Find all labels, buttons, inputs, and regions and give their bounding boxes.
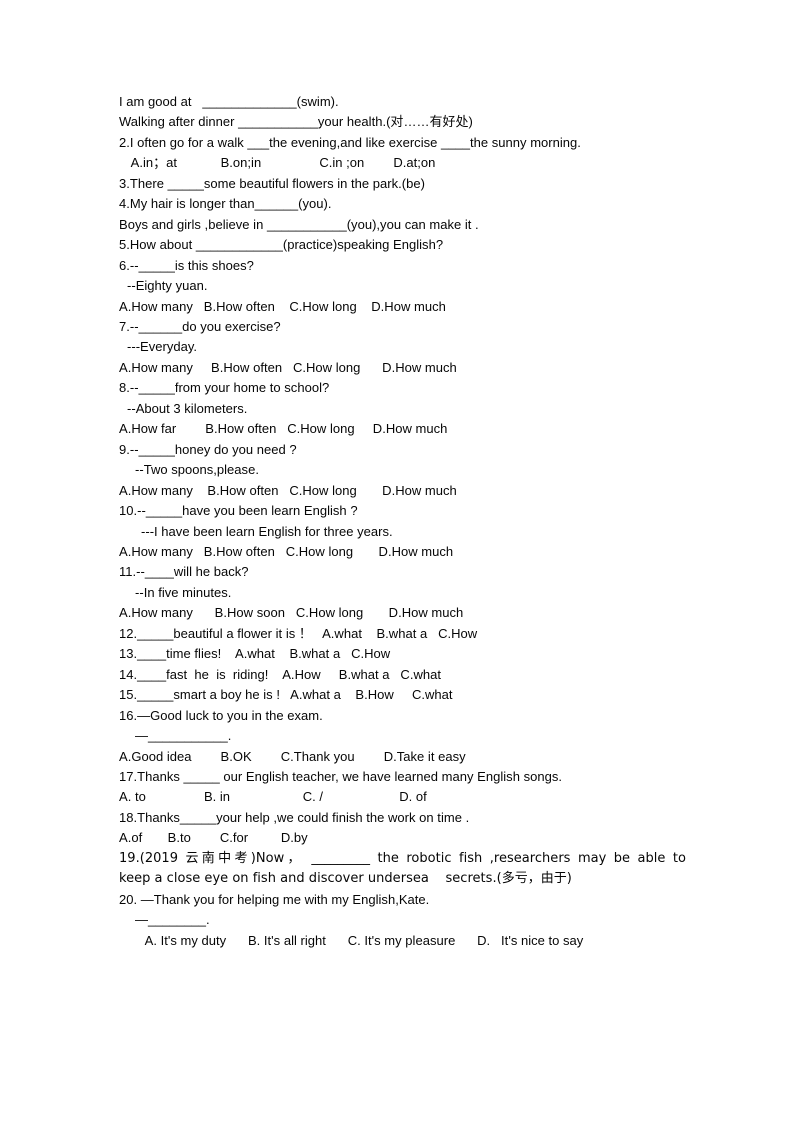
worksheet-line: ---Everyday.	[127, 339, 198, 355]
worksheet-line: 7.--______do you exercise?	[119, 318, 281, 334]
worksheet-line: A.How far B.How often C.How long D.How m…	[119, 421, 448, 437]
worksheet-line: --Eighty yuan.	[127, 278, 208, 294]
worksheet-line-q19a: 19.(2019 云南中考)Now， _________ the robotic…	[119, 850, 686, 866]
worksheet-line: 14.____fast he is riding! A.How B.what a…	[119, 666, 442, 682]
worksheet-line: A. to B. in C. / D. of	[119, 789, 427, 805]
worksheet-line: 4.My hair is longer than______(you).	[119, 196, 332, 212]
worksheet-line: A.Good idea B.OK C.Thank you D.Take it e…	[119, 748, 466, 764]
worksheet-body: I am good at _____________(swim). Walkin…	[119, 92, 686, 951]
worksheet-line: 17.Thanks _____ our English teacher, we …	[119, 768, 562, 784]
worksheet-line: 2.I often go for a walk ___the evening,a…	[119, 134, 581, 150]
worksheet-line-q19b: keep a close eye on fish and discover un…	[119, 871, 572, 887]
worksheet-line: 5.How about ____________(practice)speaki…	[119, 237, 444, 253]
worksheet-line: --Two spoons,please.	[135, 462, 259, 478]
worksheet-line: --About 3 kilometers.	[127, 400, 248, 416]
worksheet-line: --In five minutes.	[135, 584, 232, 600]
worksheet-line: A.How many B.How often C.How long D.How …	[119, 543, 454, 559]
worksheet-line: I am good at _____________(swim).	[119, 94, 339, 109]
worksheet-line: A.How many B.How often C.How long D.How …	[119, 298, 446, 314]
worksheet-line: 15._____smart a boy he is ! A.what a B.H…	[119, 687, 453, 703]
worksheet-line: 18.Thanks_____your help ,we could finish…	[119, 809, 470, 825]
worksheet-line: 16.—Good luck to you in the exam.	[119, 707, 323, 723]
worksheet-line: Boys and girls ,believe in ___________(y…	[119, 216, 479, 232]
worksheet-line: Walking after dinner ___________your hea…	[119, 114, 473, 130]
worksheet-line: 3.There _____some beautiful flowers in t…	[119, 175, 425, 191]
worksheet-line: A.of B.to C.for D.by	[119, 830, 308, 846]
worksheet-line: —___________.	[135, 728, 232, 744]
worksheet-line: A. It's my duty B. It's all right C. It'…	[141, 932, 584, 948]
worksheet-line: A.in；at B.on;in C.in ;on D.at;on	[127, 155, 436, 171]
worksheet-line: 6.--_____is this shoes?	[119, 257, 254, 273]
worksheet-line: 10.--_____have you been learn English ?	[119, 503, 358, 519]
worksheet-line: —________.	[135, 912, 210, 928]
worksheet-line: A.How many B.How often C.How long D.How …	[119, 482, 457, 498]
worksheet-line: ---I have been learn English for three y…	[141, 523, 393, 539]
worksheet-line: 9.--_____honey do you need ?	[119, 441, 297, 457]
worksheet-line: 11.--____will he back?	[119, 564, 249, 580]
worksheet-line: 8.--_____from your home to school?	[119, 380, 330, 396]
worksheet-line: A.How many B.How often C.How long D.How …	[119, 359, 457, 375]
worksheet-line: A.How many B.How soon C.How long D.How m…	[119, 605, 464, 621]
worksheet-page: I am good at _____________(swim). Walkin…	[0, 0, 794, 1123]
worksheet-line: 20. —Thank you for helping me with my En…	[119, 891, 430, 907]
worksheet-line: 13.____time flies! A.what B.what a C.How	[119, 646, 391, 662]
worksheet-line: 12._____beautiful a flower it is ！ A.wha…	[119, 625, 478, 641]
